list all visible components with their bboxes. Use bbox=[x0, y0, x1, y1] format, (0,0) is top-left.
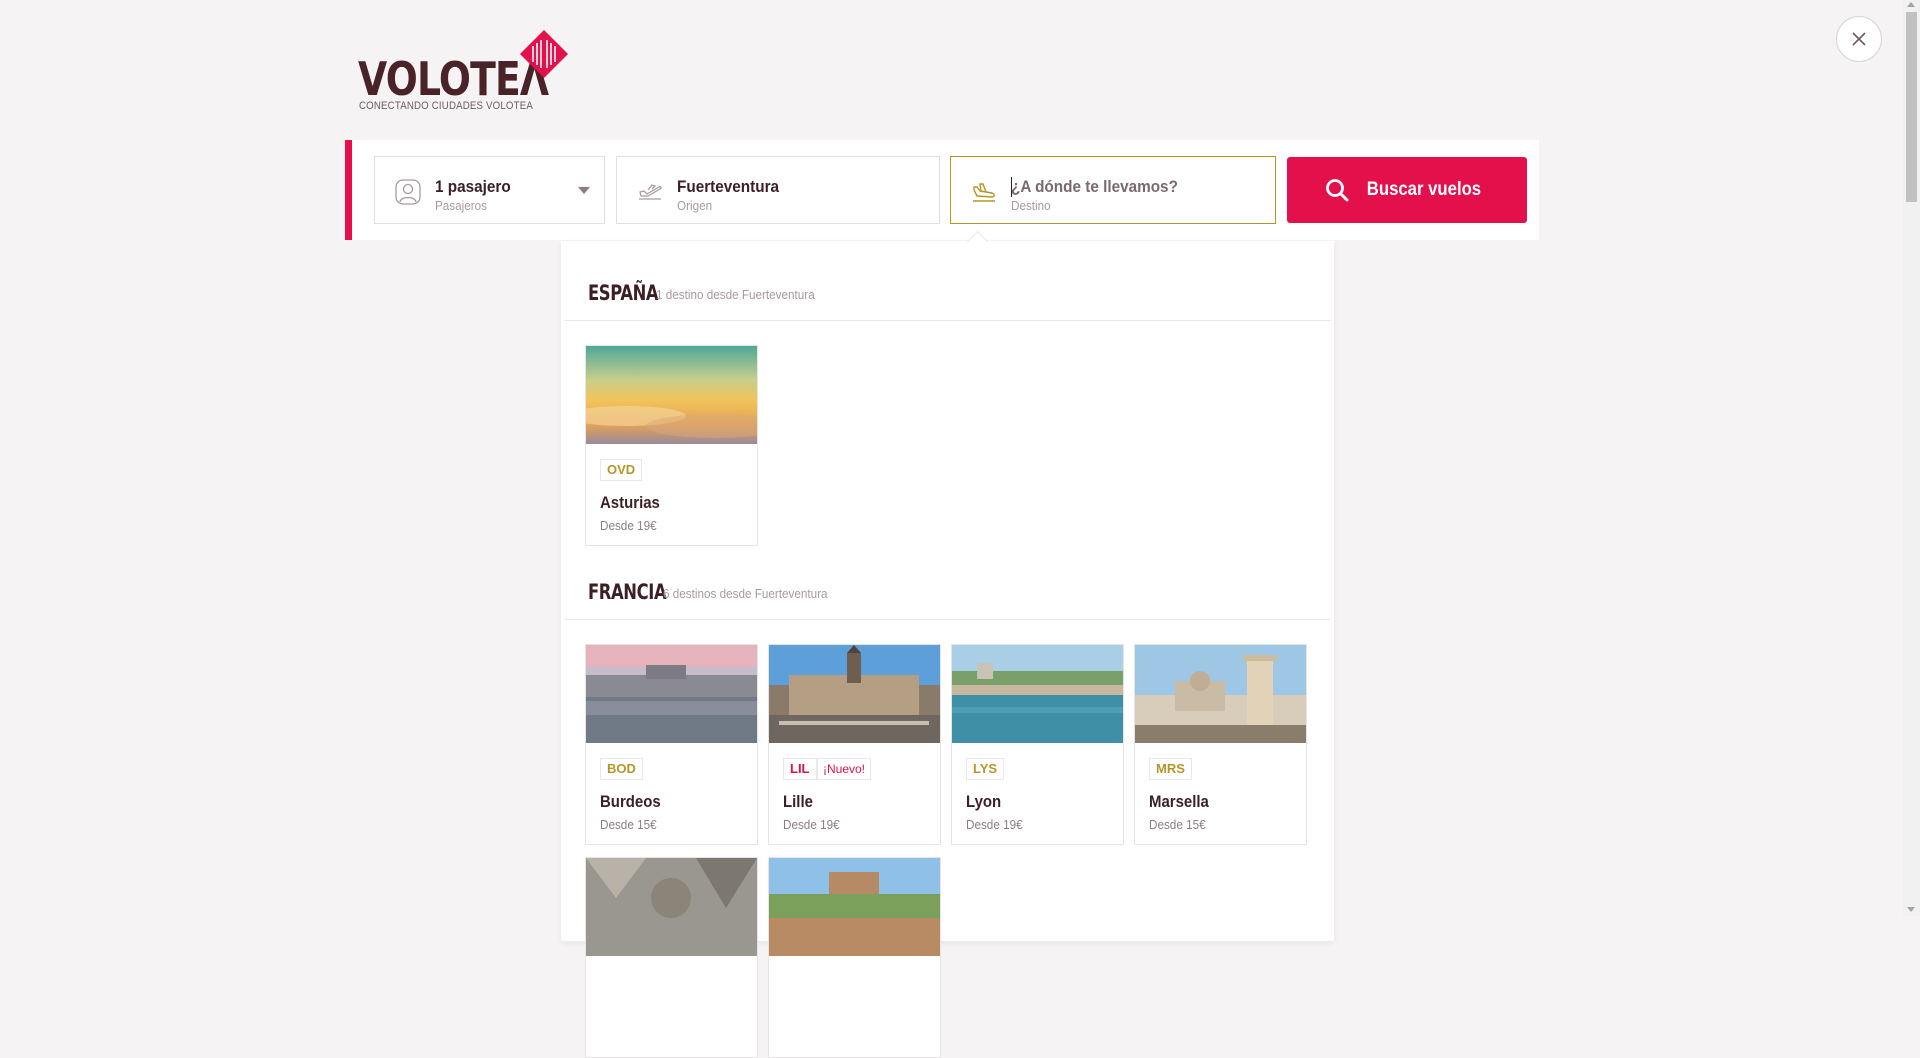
volotea-logo[interactable]: VOLOTEΛ CONECTANDO CIUDADES VOLOTEA bbox=[358, 30, 578, 115]
iata-code: OVD bbox=[600, 459, 643, 481]
destination-image bbox=[586, 858, 757, 956]
destination-card-marsella[interactable]: MRS Marsella Desde 15€ bbox=[1134, 644, 1307, 845]
price-from: Desde 19€ bbox=[966, 817, 1023, 832]
scroll-down-icon[interactable] bbox=[1907, 907, 1915, 912]
destination-image bbox=[586, 645, 757, 743]
new-badge: ¡Nuevo! bbox=[817, 758, 872, 780]
search-button-label: Buscar vuelos bbox=[1366, 179, 1482, 200]
destination-card[interactable] bbox=[768, 857, 941, 1058]
origin-value: Fuerteventura bbox=[677, 177, 780, 196]
city-name: Lille bbox=[783, 792, 813, 811]
destination-card[interactable] bbox=[585, 857, 758, 1058]
logo-mark-icon bbox=[520, 30, 568, 78]
destination-card-lyon[interactable]: LYS Lyon Desde 19€ bbox=[951, 644, 1124, 845]
destination-label: Destino bbox=[1011, 198, 1051, 213]
origin-field[interactable]: Fuerteventura Origen bbox=[616, 156, 940, 224]
scroll-up-icon[interactable] bbox=[1907, 2, 1915, 7]
search-icon bbox=[1326, 179, 1349, 202]
destination-card-burdeos[interactable]: BOD Burdeos Desde 15€ bbox=[585, 644, 758, 845]
destination-input[interactable]: ¿A dónde te llevamos? Destino bbox=[950, 156, 1276, 224]
iata-code: BOD bbox=[600, 758, 643, 780]
plane-landing-icon bbox=[973, 183, 995, 202]
destination-placeholder: ¿A dónde te llevamos? bbox=[1011, 177, 1178, 196]
close-button[interactable] bbox=[1836, 16, 1882, 62]
destination-card-lille[interactable]: LIL ¡Nuevo! Lille Desde 19€ bbox=[768, 644, 941, 845]
section-divider bbox=[564, 320, 1331, 321]
country-title: ESPAÑA bbox=[588, 281, 659, 305]
iata-code: LIL bbox=[783, 758, 817, 780]
origin-label: Origen bbox=[677, 198, 713, 213]
section-header-spain: ESPAÑA 1 destino desde Fuerteventura bbox=[588, 281, 815, 311]
passengers-label: Pasajeros bbox=[435, 198, 488, 213]
iata-code: MRS bbox=[1149, 758, 1192, 780]
city-name: Marsella bbox=[1149, 792, 1209, 811]
passengers-selector[interactable]: 1 pasajero Pasajeros bbox=[374, 156, 605, 224]
price-from: Desde 15€ bbox=[1149, 817, 1206, 832]
scrollbar-thumb[interactable] bbox=[1906, 12, 1917, 202]
chevron-down-icon bbox=[578, 187, 590, 194]
destination-image bbox=[586, 346, 757, 444]
destination-image bbox=[1135, 645, 1306, 743]
city-name: Lyon bbox=[966, 792, 1002, 811]
logo-tagline: CONECTANDO CIUDADES VOLOTEA bbox=[359, 100, 534, 112]
close-icon bbox=[1852, 32, 1866, 46]
user-icon bbox=[395, 179, 421, 205]
price-from: Desde 19€ bbox=[783, 817, 840, 832]
passengers-value: 1 pasajero bbox=[435, 177, 511, 196]
search-flights-button[interactable]: Buscar vuelos bbox=[1287, 157, 1527, 223]
section-divider bbox=[564, 619, 1331, 620]
destinations-dropdown: ESPAÑA 1 destino desde Fuerteventura OVD… bbox=[561, 241, 1334, 1058]
text-cursor bbox=[1011, 177, 1012, 197]
country-title: FRANCIA bbox=[588, 580, 667, 604]
destination-count: 6 destinos desde Fuerteventura bbox=[663, 586, 828, 601]
destination-image bbox=[952, 645, 1123, 743]
flight-search-bar: 1 pasajero Pasajeros Fuerteventura Orige… bbox=[345, 140, 1539, 240]
city-name: Asturias bbox=[600, 493, 660, 512]
destination-image bbox=[769, 645, 940, 743]
iata-code: LYS bbox=[966, 758, 1005, 780]
destination-image bbox=[769, 858, 940, 956]
section-header-france: FRANCIA 6 destinos desde Fuerteventura bbox=[588, 580, 828, 610]
plane-takeoff-icon bbox=[639, 184, 662, 200]
city-name: Burdeos bbox=[600, 792, 661, 811]
destination-card-asturias[interactable]: OVD Asturias Desde 19€ bbox=[585, 345, 758, 546]
price-from: Desde 15€ bbox=[600, 817, 657, 832]
destination-count: 1 destino desde Fuerteventura bbox=[656, 287, 815, 302]
price-from: Desde 19€ bbox=[600, 518, 657, 533]
